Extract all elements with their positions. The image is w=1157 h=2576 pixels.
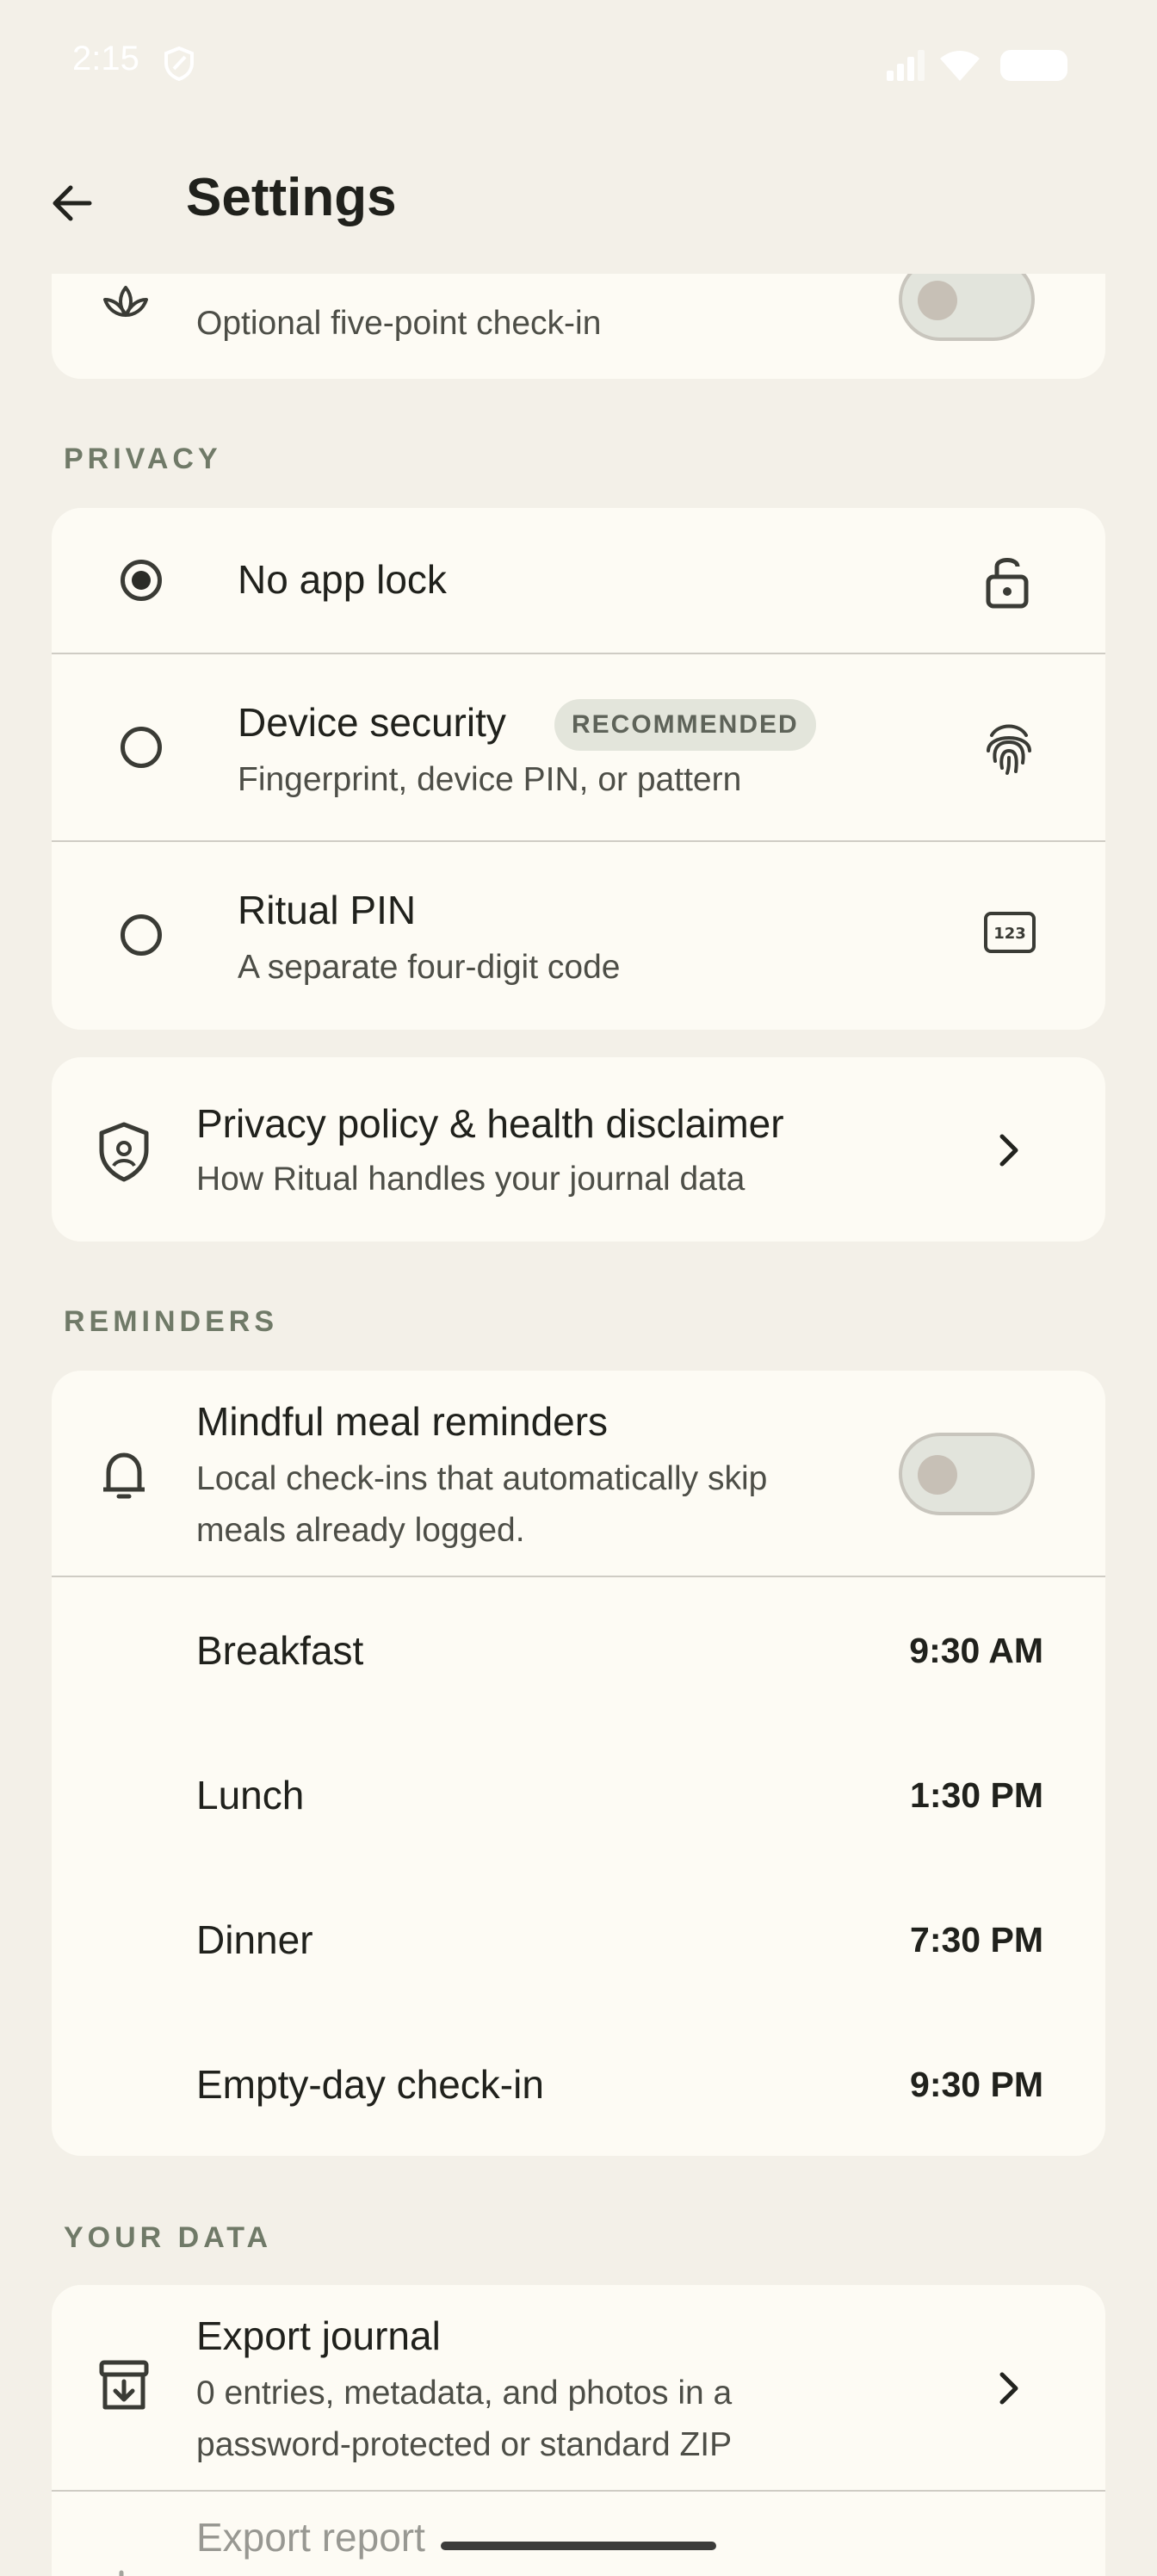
lock-open-icon — [981, 551, 1033, 616]
policy-title: Privacy policy & health disclaimer — [196, 1101, 784, 1146]
option-ritual-pin[interactable]: Ritual PIN A separate four-digit code 12… — [52, 842, 1105, 1030]
export-journal-subtitle-1: 0 entries, metadata, and photos in a — [196, 2375, 733, 2412]
settings-content[interactable]: Optional five-point check-in PRIVACY No … — [0, 274, 1157, 2576]
app-bar: Settings — [0, 129, 1157, 274]
reminder-row-empty-day[interactable]: Empty-day check-in 9:30 PM — [52, 2011, 1105, 2156]
reminder-row-breakfast[interactable]: Breakfast 9:30 AM — [52, 1577, 1105, 1722]
shield-status-icon — [164, 46, 195, 85]
pin-123-icon: 123 — [983, 911, 1036, 958]
reminder-row-lunch[interactable]: Lunch 1:30 PM — [52, 1722, 1105, 1867]
option-no-app-lock[interactable]: No app lock — [52, 508, 1105, 653]
meal-reminders-subtitle-2: meals already logged. — [196, 1512, 525, 1549]
back-button[interactable] — [43, 174, 102, 232]
chevron-right-icon — [993, 1131, 1024, 1173]
gesture-home-bar[interactable] — [441, 2542, 716, 2550]
option-device-security[interactable]: Device security RECOMMENDED Fingerprint,… — [52, 654, 1105, 840]
ritual-pin-radio[interactable] — [121, 914, 162, 956]
no-app-lock-radio[interactable] — [121, 560, 162, 601]
device-security-radio[interactable] — [121, 727, 162, 768]
check-in-subtitle: Optional five-point check-in — [196, 305, 602, 342]
svg-text:123: 123 — [993, 925, 1026, 943]
privacy-section-label: PRIVACY — [64, 443, 222, 475]
option-title: Device security — [238, 700, 506, 745]
report-icon — [108, 2567, 134, 2576]
meal-reminders-toggle[interactable] — [899, 1433, 1035, 1515]
archive-download-icon — [98, 2359, 150, 2417]
reminder-label: Dinner — [196, 1917, 313, 1962]
meal-reminders-row[interactable]: Mindful meal reminders Local check-ins t… — [52, 1371, 1105, 1576]
check-in-card[interactable]: Optional five-point check-in — [52, 274, 1105, 379]
check-in-toggle[interactable] — [899, 274, 1035, 341]
export-journal-row[interactable]: Export journal 0 entries, metadata, and … — [52, 2285, 1105, 2490]
option-title: Ritual PIN — [238, 888, 417, 932]
reminder-label: Empty-day check-in — [196, 2062, 544, 2107]
option-subtitle: A separate four-digit code — [238, 949, 621, 986]
app-lock-card: No app lock Device security RECOMMENDED … — [52, 508, 1105, 1030]
option-subtitle: Fingerprint, device PIN, or pattern — [238, 761, 742, 798]
reminder-row-dinner[interactable]: Dinner 7:30 PM — [52, 1867, 1105, 2011]
battery-icon — [1000, 50, 1067, 81]
status-indicators — [887, 46, 1085, 89]
reminder-label: Breakfast — [196, 1628, 364, 1673]
wifi-icon — [940, 51, 980, 81]
recommended-badge: RECOMMENDED — [554, 699, 816, 751]
arrow-back-icon — [53, 185, 92, 221]
reminder-time[interactable]: 9:30 PM — [910, 2065, 1043, 2105]
reminder-time[interactable]: 9:30 AM — [909, 1631, 1043, 1671]
bell-icon — [100, 1448, 148, 1508]
option-title: No app lock — [238, 557, 447, 602]
your-data-section-label: YOUR DATA — [64, 2221, 273, 2254]
reminder-time[interactable]: 7:30 PM — [910, 1920, 1043, 1960]
meal-reminders-subtitle-1: Local check-ins that automatically skip — [196, 1460, 768, 1497]
signal-icon — [887, 50, 925, 81]
export-report-title: Export report — [196, 2515, 425, 2560]
status-bar: 2:15 — [0, 0, 1157, 129]
reminders-section-label: REMINDERS — [64, 1305, 279, 1338]
reminder-label: Lunch — [196, 1773, 305, 1817]
export-journal-subtitle-2: password-protected or standard ZIP — [196, 2426, 733, 2463]
policy-subtitle: How Ritual handles your journal data — [196, 1161, 746, 1198]
reminder-time[interactable]: 1:30 PM — [910, 1775, 1043, 1816]
meal-reminders-title: Mindful meal reminders — [196, 1399, 609, 1444]
fingerprint-icon — [983, 718, 1035, 781]
lotus-icon — [98, 277, 153, 333]
export-journal-title: Export journal — [196, 2313, 441, 2358]
privacy-policy-card[interactable]: Privacy policy & health disclaimer How R… — [52, 1057, 1105, 1242]
status-time: 2:15 — [72, 40, 139, 77]
reminders-card: Mindful meal reminders Local check-ins t… — [52, 1371, 1105, 2156]
chevron-right-icon — [993, 2369, 1024, 2412]
your-data-card: Export journal 0 entries, metadata, and … — [52, 2285, 1105, 2576]
export-report-row[interactable]: Export report — [52, 2492, 1105, 2576]
shield-icon — [96, 1121, 152, 1187]
page-title: Settings — [186, 168, 397, 227]
